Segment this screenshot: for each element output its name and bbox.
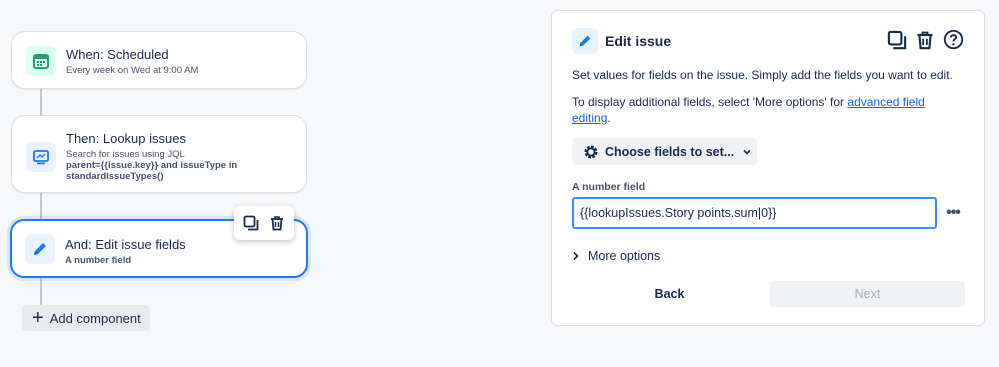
advanced-note-text: To display additional fields, select 'Mo… — [572, 95, 848, 109]
choose-fields-label: Choose fields to set... — [605, 144, 735, 159]
panel-title: Edit issue — [605, 33, 672, 49]
add-component-label: Add component — [49, 310, 141, 326]
number-field-input[interactable] — [572, 197, 937, 229]
gear-icon — [583, 144, 599, 160]
back-button[interactable]: Back — [572, 281, 767, 307]
pencil-icon — [579, 35, 591, 47]
monitor-icon-box — [26, 142, 56, 172]
flow-connector-1 — [40, 88, 42, 116]
panel-advanced-note: To display additional fields, select 'Mo… — [572, 94, 962, 126]
more-options-label: More options — [588, 249, 661, 263]
edit-issue-panel: Edit issue Set values for fields on the … — [551, 10, 985, 326]
next-button[interactable]: Next — [770, 281, 965, 307]
panel-description: Set values for fields on the issue. Simp… — [572, 68, 953, 82]
edit-card-subtitle: A number field — [65, 255, 132, 266]
calendar-icon-box — [26, 46, 56, 76]
lookup-subtitle-2: parent={{issue.key}} and issueType in — [66, 160, 238, 171]
field-more-actions-icon[interactable]: ••• — [943, 197, 963, 229]
calendar-icon — [33, 54, 49, 69]
lookup-subtitle-3: standardIssueTypes() — [66, 171, 164, 182]
duplicate-icon[interactable] — [243, 215, 259, 231]
flow-connector-3 — [40, 277, 42, 305]
plus-icon: + — [32, 307, 44, 329]
number-field-label: A number field — [572, 181, 646, 193]
card-floating-toolbar — [234, 206, 294, 240]
lookup-title: Then: Lookup issues — [66, 131, 186, 146]
trash-icon[interactable] — [269, 215, 285, 231]
trigger-card[interactable]: When: Scheduled Every week on Wed at 9:0… — [11, 31, 307, 89]
panel-actions — [887, 29, 964, 50]
pencil-icon-box — [25, 234, 55, 264]
add-component-button[interactable]: + Add component — [22, 305, 150, 331]
lookup-subtitle-1: Search for issues using JQL — [66, 149, 185, 160]
panel-pencil-icon-box — [572, 28, 598, 54]
chevron-down-icon — [742, 147, 752, 157]
trigger-title: When: Scheduled — [66, 47, 169, 62]
pencil-icon — [34, 243, 46, 255]
trash-icon[interactable] — [915, 30, 935, 50]
flow-connector-2 — [40, 192, 42, 220]
chevron-right-icon — [572, 251, 580, 261]
duplicate-icon[interactable] — [887, 30, 907, 50]
advanced-note-period: . — [607, 111, 611, 125]
help-icon[interactable] — [943, 29, 964, 50]
more-options-toggle[interactable]: More options — [572, 249, 660, 263]
lookup-issues-card[interactable]: Then: Lookup issues Search for issues us… — [11, 115, 307, 193]
choose-fields-button[interactable]: Choose fields to set... — [572, 138, 757, 165]
trigger-subtitle: Every week on Wed at 9:00 AM — [66, 65, 199, 76]
monitor-icon — [33, 150, 49, 165]
edit-card-title: And: Edit issue fields — [65, 237, 186, 252]
